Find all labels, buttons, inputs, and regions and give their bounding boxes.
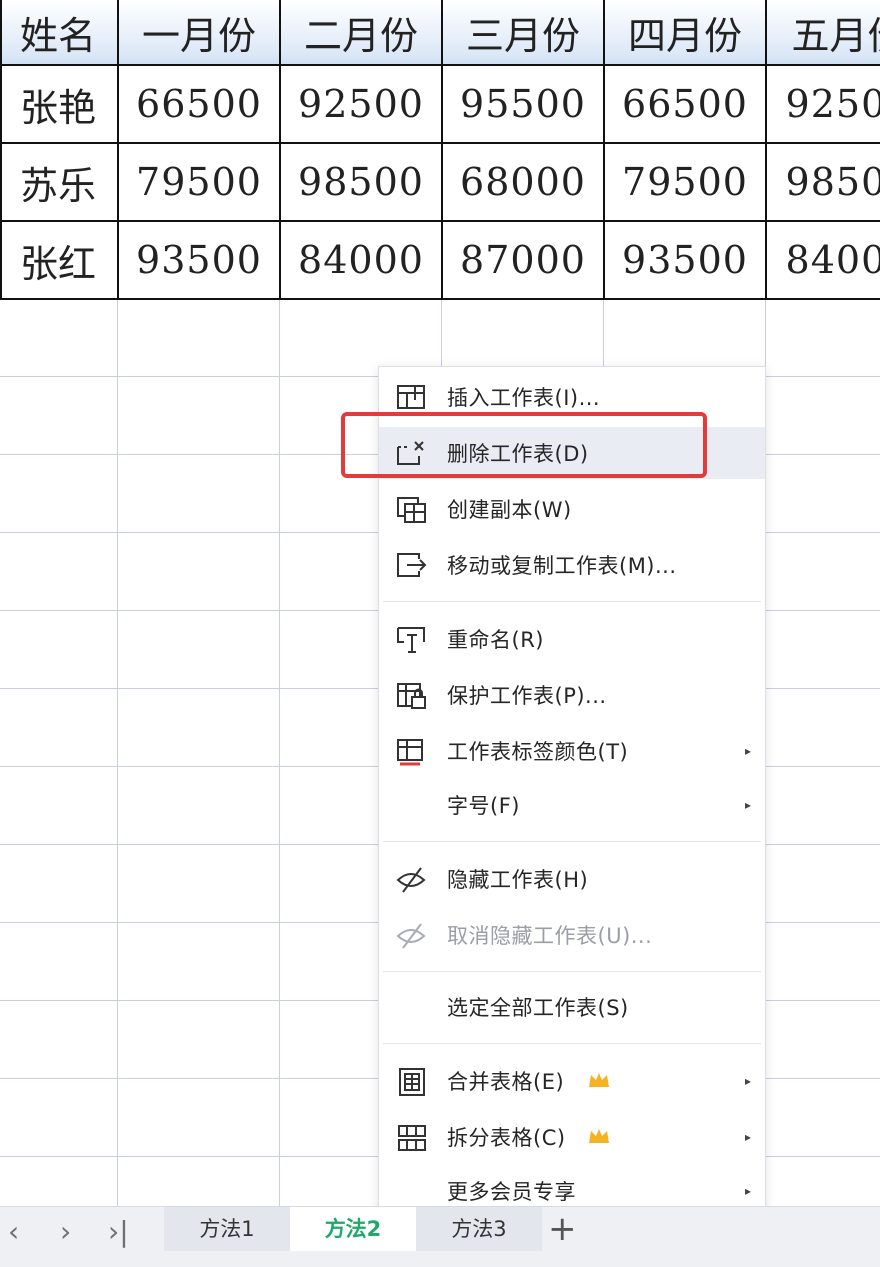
menu-separator [383, 971, 761, 972]
menu-separator [383, 841, 761, 842]
sheet-tab-bar: ‹ › ›| 方法1 方法2 方法3 + [0, 1206, 880, 1267]
cell-value[interactable]: 68000 [441, 142, 605, 222]
menu-separator [383, 601, 761, 602]
submenu-arrow-icon: ▸ [744, 1184, 751, 1198]
menu-item-label: 重命名(R) [447, 628, 544, 652]
tab-method1[interactable]: 方法1 [164, 1207, 290, 1251]
menu-item-select-all-sheets[interactable]: 选定全部工作表(S) [379, 981, 765, 1033]
chevron-left-icon[interactable]: ‹ [8, 1215, 19, 1248]
copy-sheet-icon [397, 497, 426, 523]
menu-separator [383, 1043, 761, 1044]
cell-value[interactable]: 79500 [603, 142, 767, 222]
menu-item-label: 插入工作表(I)... [447, 386, 601, 410]
premium-crown-icon [589, 1073, 609, 1087]
table-row: 张艳 66500 92500 95500 66500 92500 [0, 64, 880, 144]
submenu-arrow-icon: ▸ [744, 1130, 751, 1144]
menu-item-label: 字号(F) [447, 794, 520, 818]
header-cell-apr[interactable]: 四月份 [603, 0, 767, 66]
cell-value[interactable]: 79500 [117, 142, 281, 222]
unhide-sheet-icon [396, 923, 426, 949]
header-cell-feb[interactable]: 二月份 [279, 0, 443, 66]
table-header-row: 姓名 一月份 二月份 三月份 四月份 五月份 [0, 0, 880, 66]
menu-item-font-size[interactable]: 字号(F) ▸ [379, 779, 765, 831]
menu-item-rename[interactable]: 重命名(R) [379, 613, 765, 665]
cell-value[interactable]: 93500 [117, 220, 281, 300]
cell-value[interactable]: 98500 [279, 142, 443, 222]
submenu-arrow-icon: ▸ [744, 1074, 751, 1088]
hide-sheet-icon [396, 867, 426, 893]
menu-item-label: 合并表格(E) [447, 1070, 565, 1094]
menu-item-label: 移动或复制工作表(M)... [447, 554, 677, 578]
cell-value[interactable]: 92500 [765, 64, 880, 144]
menu-item-merge-tables[interactable]: 合并表格(E) ▸ [379, 1055, 765, 1107]
cell-name[interactable]: 张红 [0, 220, 119, 300]
table-row: 苏乐 79500 98500 68000 79500 98500 [0, 142, 880, 222]
premium-crown-icon [589, 1129, 609, 1143]
tab-method3[interactable]: 方法3 [416, 1207, 542, 1251]
cell-name[interactable]: 苏乐 [0, 142, 119, 222]
menu-item-move-copy[interactable]: 移动或复制工作表(M)... [379, 539, 765, 591]
menu-item-protect-sheet[interactable]: 保护工作表(P)... [379, 669, 765, 721]
submenu-arrow-icon: ▸ [744, 744, 751, 758]
add-sheet-button[interactable]: + [548, 1209, 577, 1249]
menu-item-label: 隐藏工作表(H) [447, 868, 589, 892]
last-sheet-icon[interactable]: ›| [108, 1215, 129, 1248]
move-copy-sheet-icon [397, 553, 427, 577]
menu-item-tab-color[interactable]: 工作表标签颜色(T) ▸ [379, 725, 765, 777]
header-cell-jan[interactable]: 一月份 [117, 0, 281, 66]
menu-item-label: 工作表标签颜色(T) [447, 740, 629, 764]
cell-value[interactable]: 92500 [279, 64, 443, 144]
menu-item-label: 保护工作表(P)... [447, 684, 607, 708]
menu-item-split-table[interactable]: 拆分表格(C) ▸ [379, 1111, 765, 1163]
insert-sheet-icon [397, 385, 425, 409]
sales-table: 姓名 一月份 二月份 三月份 四月份 五月份 张艳 66500 92500 95… [0, 0, 880, 300]
cell-value[interactable]: 66500 [603, 64, 767, 144]
split-table-icon [398, 1125, 426, 1151]
tab-method2[interactable]: 方法2 [290, 1207, 416, 1251]
menu-item-label: 取消隐藏工作表(U)... [447, 924, 653, 948]
submenu-arrow-icon: ▸ [744, 798, 751, 812]
chevron-right-icon[interactable]: › [60, 1215, 71, 1248]
cell-value[interactable]: 98500 [765, 142, 880, 222]
menu-item-hide-sheet[interactable]: 隐藏工作表(H) [379, 853, 765, 905]
header-cell-may[interactable]: 五月份 [765, 0, 880, 66]
menu-item-label: 拆分表格(C) [447, 1126, 566, 1150]
cell-name[interactable]: 张艳 [0, 64, 119, 144]
menu-item-create-copy[interactable]: 创建副本(W) [379, 483, 765, 535]
rename-icon [397, 627, 425, 653]
cell-value[interactable]: 87000 [441, 220, 605, 300]
cell-value[interactable]: 84000 [279, 220, 443, 300]
menu-item-label: 创建副本(W) [447, 498, 572, 522]
header-cell-mar[interactable]: 三月份 [441, 0, 605, 66]
header-cell-name[interactable]: 姓名 [0, 0, 119, 66]
grid-col-line [279, 298, 280, 1206]
cell-value[interactable]: 95500 [441, 64, 605, 144]
tab-color-icon [397, 739, 423, 766]
sheet-context-menu: 插入工作表(I)... 删除工作表(D) 创建副本(W) 移动或复制工作表(M)… [378, 366, 766, 1218]
menu-item-unhide-sheet[interactable]: 取消隐藏工作表(U)... [379, 909, 765, 961]
cell-value[interactable]: 93500 [603, 220, 767, 300]
table-row: 张红 93500 84000 87000 93500 84000 [0, 220, 880, 300]
protect-sheet-icon [397, 683, 426, 709]
grid-col-line [117, 298, 118, 1206]
merge-tables-icon [399, 1068, 425, 1096]
menu-item-label: 更多会员专享 [447, 1180, 576, 1204]
highlight-frame [341, 412, 707, 478]
cell-value[interactable]: 84000 [765, 220, 880, 300]
cell-value[interactable]: 66500 [117, 64, 281, 144]
menu-item-label: 选定全部工作表(S) [447, 996, 629, 1020]
